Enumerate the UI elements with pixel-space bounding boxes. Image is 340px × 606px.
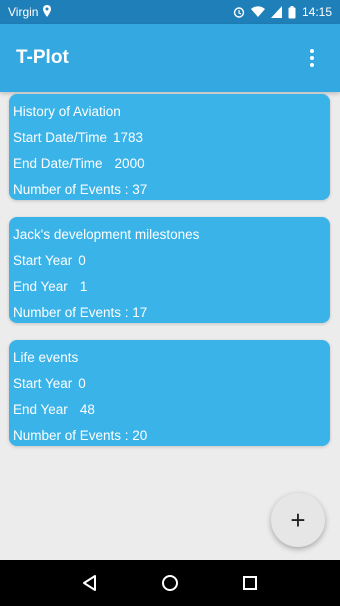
alarm-icon	[233, 6, 245, 18]
timeline-title: History of Aviation	[13, 104, 121, 119]
timeline-title: Jack's development milestones	[13, 227, 200, 242]
end-value: 48	[79, 402, 95, 417]
app-bar: T-Plot	[0, 24, 340, 92]
start-row: Start Year 0	[13, 371, 326, 397]
end-value: 2000	[114, 156, 145, 171]
end-label: End Date/Time	[13, 156, 103, 171]
end-row: End Year 48	[13, 397, 326, 423]
battery-icon	[288, 5, 296, 19]
start-value: 1783	[113, 130, 144, 145]
events-count: Number of Events : 20	[13, 428, 148, 443]
events-count: Number of Events : 17	[13, 305, 148, 320]
end-row: End Year 1	[13, 274, 326, 300]
end-row: End Date/Time 2000	[13, 151, 326, 177]
navigation-bar	[0, 560, 340, 606]
status-time: 14:15	[301, 5, 332, 19]
timeline-card-life[interactable]: Life events Start Year 0 End Year 48 Numbe…	[9, 340, 330, 446]
phone-screen: Virgin 14:15 T-Plot History of Aviation …	[0, 0, 340, 606]
recents-icon[interactable]	[235, 568, 265, 598]
status-bar: Virgin 14:15	[0, 0, 340, 24]
end-label: End Year	[13, 402, 68, 417]
start-label: Start Year	[13, 376, 73, 391]
plus-icon: +	[290, 505, 306, 535]
back-icon[interactable]	[75, 568, 105, 598]
timeline-title: Life events	[13, 350, 79, 365]
start-label: Start Date/Time	[13, 130, 108, 145]
status-icons: 14:15	[233, 5, 332, 19]
timeline-card-aviation[interactable]: History of Aviation Start Date/Time 1783 …	[9, 94, 330, 200]
start-value: 0	[78, 253, 86, 268]
start-row: Start Year 0	[13, 248, 326, 274]
signal-icon	[270, 6, 282, 18]
start-row: Start Date/Time 1783	[13, 125, 326, 151]
add-timeline-button[interactable]: +	[271, 493, 325, 547]
location-icon	[42, 4, 52, 20]
end-label: End Year	[13, 279, 68, 294]
wifi-icon	[250, 6, 265, 18]
start-label: Start Year	[13, 253, 73, 268]
events-count: Number of Events : 37	[13, 182, 148, 197]
home-icon[interactable]	[155, 568, 185, 598]
carrier-name: Virgin	[8, 5, 39, 19]
end-value: 1	[79, 279, 88, 294]
timeline-card-jack[interactable]: Jack's development milestones Start Year…	[9, 217, 330, 323]
carrier-group: Virgin	[8, 4, 52, 20]
overflow-menu-icon[interactable]	[300, 46, 324, 70]
app-title: T-Plot	[16, 47, 69, 68]
start-value: 0	[78, 376, 86, 391]
